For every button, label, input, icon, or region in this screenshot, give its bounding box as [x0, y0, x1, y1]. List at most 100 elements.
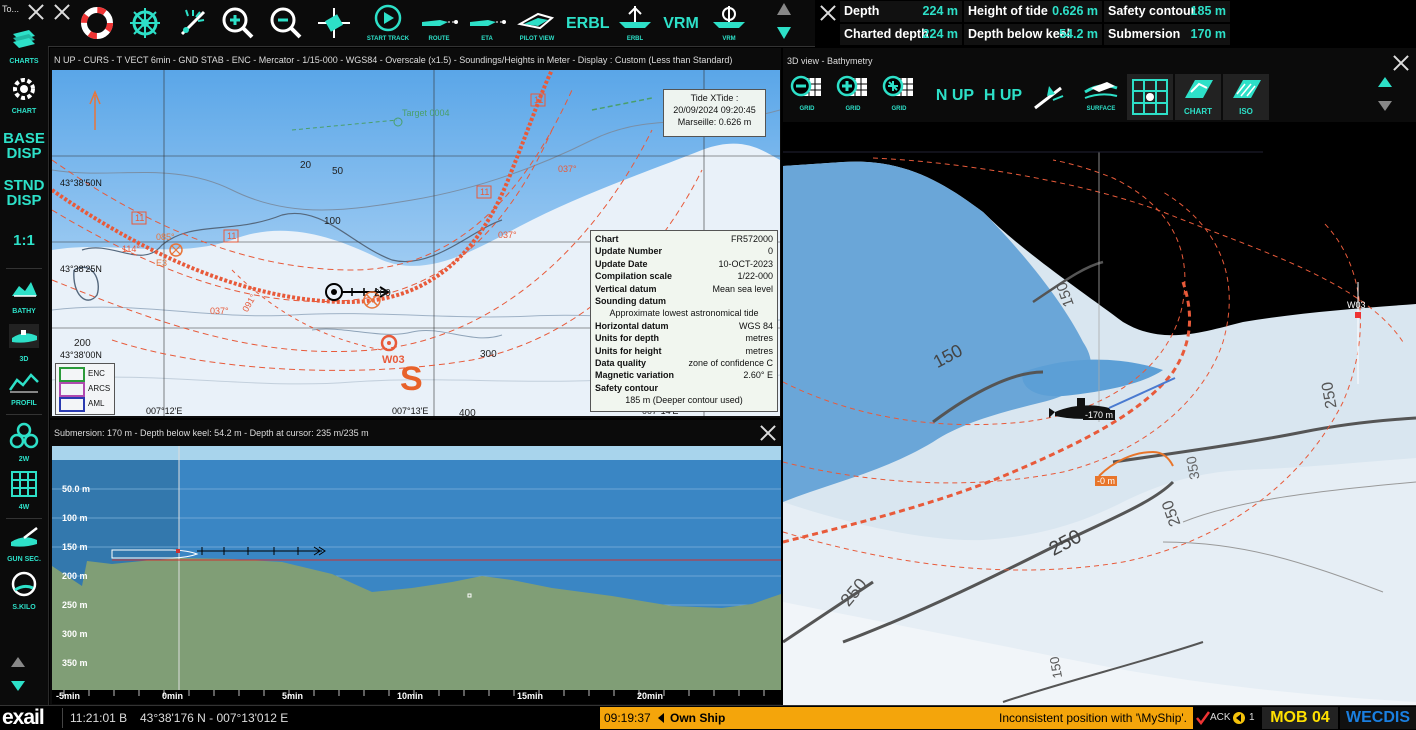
- profile-graph[interactable]: [52, 446, 781, 704]
- eta-icon: [470, 20, 506, 26]
- grid-minus-button[interactable]: GRID: [787, 74, 827, 114]
- grid-plus-button[interactable]: GRID: [833, 74, 873, 114]
- center-ship-icon[interactable]: [316, 6, 352, 40]
- eta-button[interactable]: ETA: [464, 4, 510, 44]
- surface-icon: [1084, 82, 1118, 99]
- close-icon[interactable]: [26, 2, 46, 22]
- vrm-text-button[interactable]: VRM: [660, 4, 702, 44]
- divider: [6, 414, 42, 415]
- divider: [6, 518, 42, 519]
- status-bar: exail 11:21:01 B 43°38'176 N - 007°13'01…: [0, 705, 1416, 730]
- standard-display-button[interactable]: STND DISP: [0, 178, 48, 208]
- grid-toggle-button[interactable]: GRID: [879, 74, 919, 114]
- chart-info-rows: Horizontal datum WGS 84 Units for depth met…: [591, 320, 777, 394]
- close-icon[interactable]: [758, 423, 778, 443]
- lat-label: 43°38'50N: [60, 178, 102, 188]
- exail-logo: exail: [2, 706, 45, 729]
- profile-button[interactable]: PROFIL: [0, 370, 48, 407]
- chart-info-row: Data quality zone of confidence C: [595, 357, 773, 369]
- pilot-view-button[interactable]: PILOT VIEW: [514, 4, 560, 44]
- charts-button[interactable]: CHARTS: [0, 28, 48, 65]
- e-mark: E3: [156, 258, 168, 268]
- close-icon[interactable]: [818, 3, 838, 23]
- erbl-text-button[interactable]: ERBL: [566, 4, 610, 44]
- zoom-out-icon[interactable]: [268, 6, 304, 40]
- chart-window: N UP - CURS - T VECT 6min - GND STAB - E…: [50, 48, 781, 418]
- view-scroll-up-icon[interactable]: [1377, 76, 1393, 88]
- alarm-strip[interactable]: 09:19:37 Own Ship Inconsistent position …: [600, 707, 1193, 729]
- erbl-button[interactable]: ERBL: [614, 4, 656, 44]
- north-up-button[interactable]: N UP: [933, 76, 977, 116]
- vrm-button[interactable]: VRM: [708, 4, 750, 44]
- chart-info-row: Compilation scale 1/22-000: [595, 270, 773, 282]
- legend-swatch-aml: [59, 397, 85, 412]
- scale-one-to-one-button[interactable]: 1:1: [0, 232, 48, 249]
- chart-info-value: zone of confidence C: [688, 358, 773, 369]
- time-axis-label: 0min: [162, 691, 184, 701]
- head-up-button[interactable]: H UP: [981, 76, 1025, 116]
- depth-axis-label: 350 m: [62, 658, 88, 668]
- depth-label: 400: [459, 408, 476, 416]
- chart-info-key: Sounding datum: [595, 296, 666, 307]
- toolbar-scroll-down-icon[interactable]: [776, 26, 792, 40]
- chart-info-key: Chart: [595, 234, 619, 244]
- chart-overlay-button[interactable]: CHART: [1175, 74, 1221, 120]
- chart-info-row: Update Number 0: [595, 245, 773, 257]
- legend-label: ENC: [88, 369, 105, 378]
- chart-info-value: 10-OCT-2023: [718, 258, 773, 269]
- iso-button[interactable]: ISO: [1223, 74, 1269, 120]
- depth-axis-label: 200 m: [62, 571, 88, 581]
- start-track-button[interactable]: START TRACK: [366, 4, 410, 44]
- target-label[interactable]: Target 0004: [402, 108, 450, 118]
- route-button[interactable]: ROUTE: [416, 4, 462, 44]
- scroll-up-icon[interactable]: [10, 656, 26, 668]
- base-display-button[interactable]: BASE DISP: [0, 131, 48, 161]
- chart-map[interactable]: 43°38'50N 43°38'25N 43°38'00N 007°12'E 0…: [52, 70, 780, 416]
- legend-swatch-arcs: [59, 382, 85, 397]
- chart-info-key: Magnetic variation: [595, 370, 675, 381]
- view-scroll-down-icon[interactable]: [1377, 100, 1393, 112]
- view-3d-button[interactable]: 3D: [0, 322, 48, 363]
- lifebuoy-icon[interactable]: [80, 6, 114, 40]
- chart-info-row: Magnetic variation 2.60° E: [595, 369, 773, 381]
- chart-settings-button[interactable]: CHART: [0, 76, 48, 115]
- close-icon[interactable]: [52, 2, 72, 22]
- depth-label: 200: [74, 338, 91, 349]
- helm-icon[interactable]: [128, 6, 162, 40]
- depth-axis-label: 300 m: [62, 629, 88, 639]
- legend-label: ARCS: [88, 384, 111, 393]
- chart-info-rows: Chart FR572000 Update Number 0 Update Date 10…: [591, 231, 777, 307]
- gun-sector-button[interactable]: GUN SEC.: [0, 524, 48, 563]
- chart-info-key: Data quality: [595, 358, 647, 369]
- chart-info-row: Chart FR572000: [595, 233, 773, 245]
- toolbar-scroll-up-icon[interactable]: [776, 2, 792, 16]
- divider: [62, 708, 63, 728]
- chart-info-key: Safety contour: [595, 382, 659, 393]
- brightness-icon[interactable]: [176, 6, 210, 40]
- scroll-down-icon[interactable]: [10, 680, 26, 692]
- ack-button[interactable]: ACK: [1210, 712, 1231, 723]
- route-leg-box: 11: [227, 231, 237, 241]
- chart-info-value: WGS 84: [738, 320, 773, 331]
- camera-ship-icon[interactable]: [1031, 80, 1069, 114]
- chart-info-key: Vertical datum: [595, 283, 657, 294]
- depth-label: 300: [480, 349, 497, 360]
- grid-view-button[interactable]: [1127, 74, 1173, 120]
- surface-button[interactable]: SURFACE: [1079, 74, 1123, 114]
- close-icon[interactable]: [1391, 53, 1411, 73]
- divider: [6, 268, 42, 269]
- skilo-button[interactable]: S.KILO: [0, 570, 48, 611]
- chart-info-row: Update Date 10-OCT-2023: [595, 258, 773, 270]
- bathy-button[interactable]: BATHY: [0, 278, 48, 315]
- zoom-in-icon[interactable]: [220, 6, 256, 40]
- grid-plus-icon: [836, 75, 867, 97]
- waypoint-3d-label: W03: [1347, 300, 1366, 310]
- chart-info-value: metres: [745, 333, 773, 344]
- route-leg-box: 11: [135, 213, 145, 223]
- two-window-button[interactable]: 2W: [0, 422, 48, 463]
- four-window-button[interactable]: 4W: [0, 470, 48, 511]
- mob-button[interactable]: MOB 04: [1262, 707, 1338, 729]
- chart-info-key: Units for height: [595, 345, 662, 356]
- chart-info-value: 1/22-000: [737, 271, 773, 282]
- charted-depth-cell: Charted depth 224 m: [840, 24, 962, 45]
